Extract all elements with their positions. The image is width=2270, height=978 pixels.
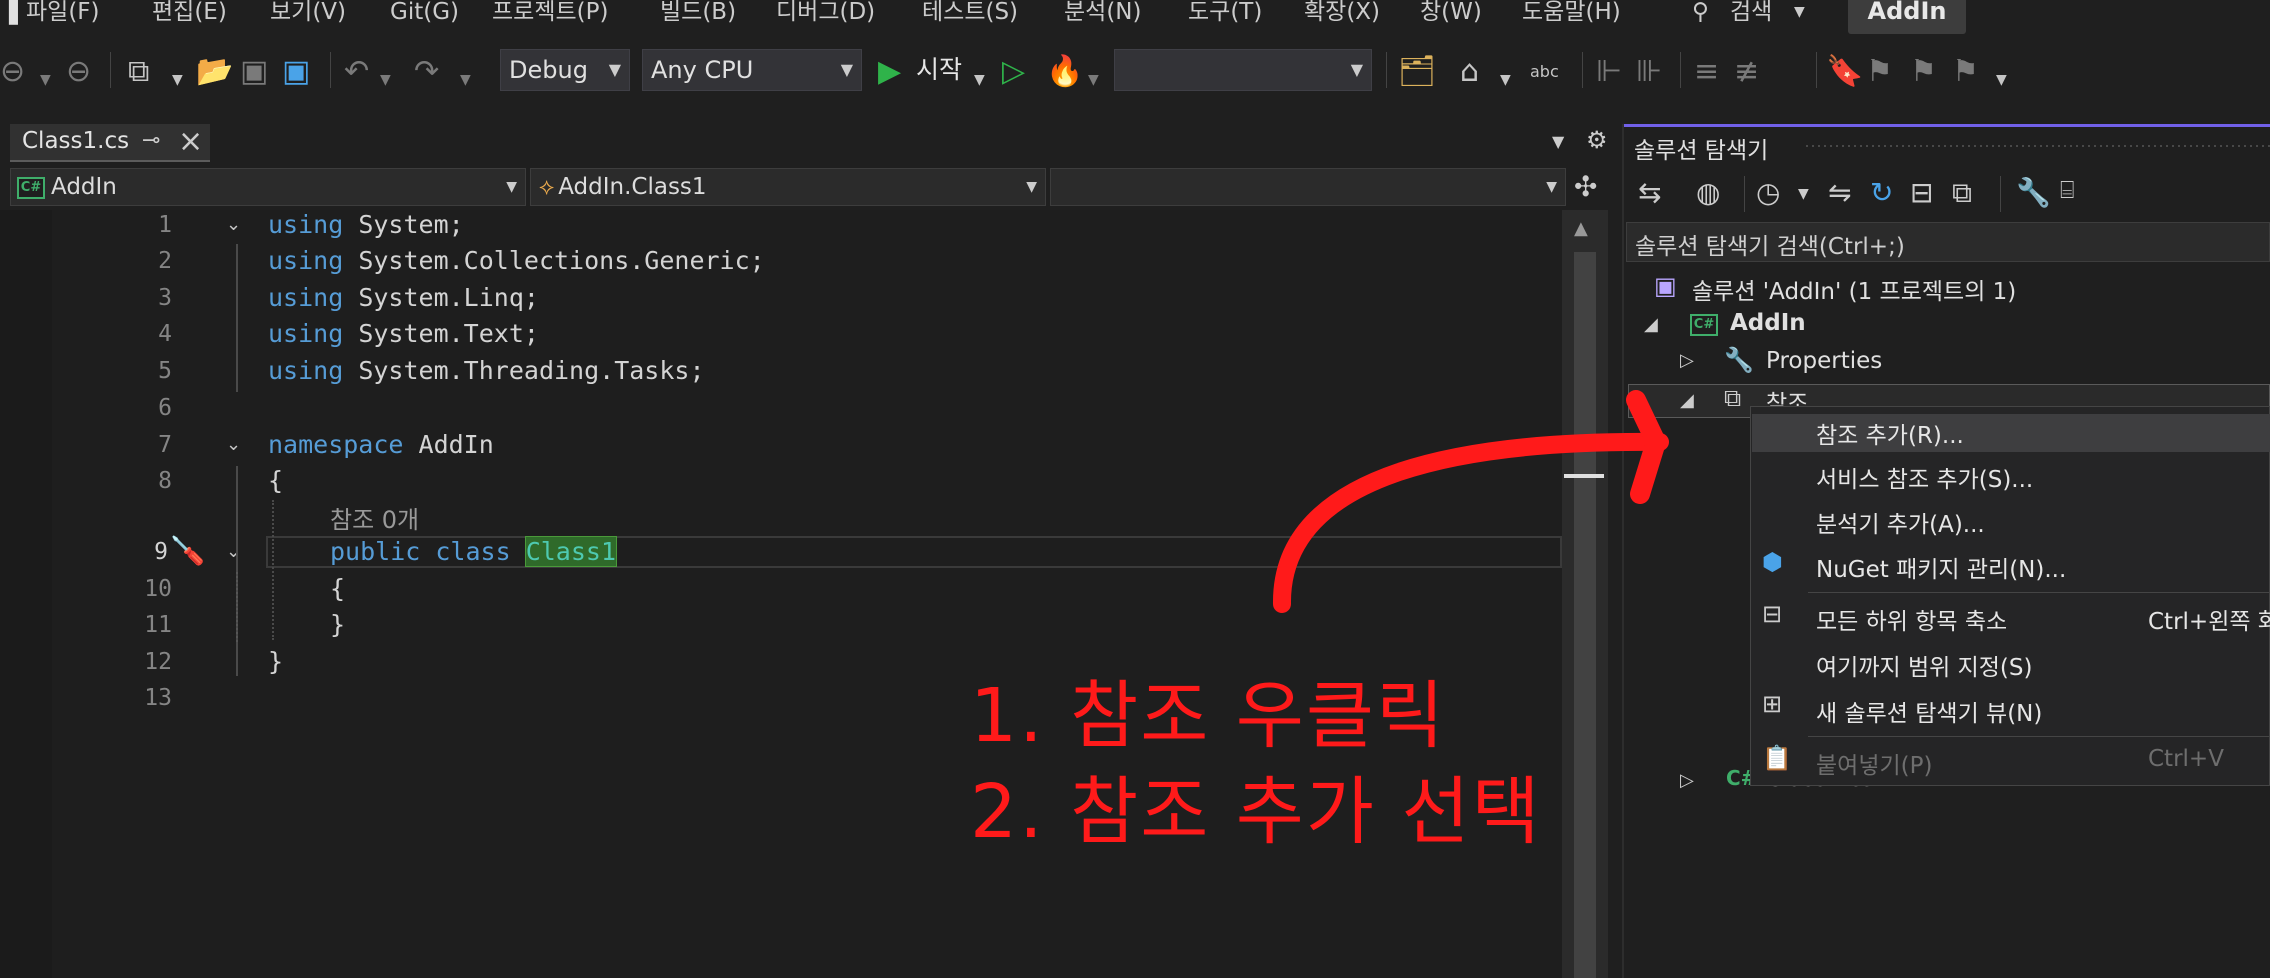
annotation-step-2: 2. 참조 추가 선택: [970, 769, 1542, 855]
annotation-step-1: 1. 참조 우클릭: [970, 673, 1447, 759]
